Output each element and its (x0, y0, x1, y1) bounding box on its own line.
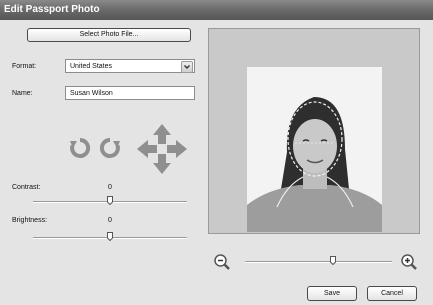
passport-photo-image (247, 67, 382, 232)
chevron-down-icon (184, 65, 190, 69)
select-photo-file-button[interactable]: Select Photo File... (27, 28, 191, 42)
save-button[interactable]: Save (307, 286, 357, 301)
zoom-slider-thumb[interactable] (330, 256, 337, 265)
contrast-value: 0 (108, 184, 112, 191)
cancel-button[interactable]: Cancel (367, 286, 417, 301)
window-title: Edit Passport Photo (4, 4, 100, 15)
title-bar: Edit Passport Photo (0, 0, 433, 20)
zoom-in-icon[interactable] (400, 253, 418, 271)
select-photo-file-label: Select Photo File... (79, 31, 139, 38)
portrait-illustration (247, 67, 382, 232)
brightness-label: Brightness: (12, 217, 48, 224)
name-field[interactable]: Susan Wilson (65, 86, 195, 100)
format-dropdown[interactable]: United States (65, 59, 195, 73)
contrast-slider-thumb[interactable] (107, 196, 113, 205)
name-label: Name: (12, 90, 33, 97)
rotate-right-icon[interactable] (99, 137, 121, 159)
format-value: United States (70, 63, 113, 70)
brightness-value: 0 (108, 217, 112, 224)
name-value: Susan Wilson (70, 90, 113, 97)
zoom-out-icon[interactable] (213, 253, 231, 271)
edit-passport-photo-window: Edit Passport Photo Select Photo File...… (0, 0, 433, 305)
zoom-slider-track[interactable] (245, 261, 392, 263)
brightness-slider-thumb[interactable] (107, 232, 113, 241)
format-label: Format: (12, 63, 37, 70)
move-arrows-icon[interactable] (135, 122, 189, 176)
rotate-left-icon[interactable] (69, 137, 91, 159)
dropdown-button[interactable] (181, 61, 193, 73)
cancel-label: Cancel (381, 290, 403, 297)
save-label: Save (324, 290, 340, 297)
contrast-label: Contrast: (12, 184, 41, 191)
